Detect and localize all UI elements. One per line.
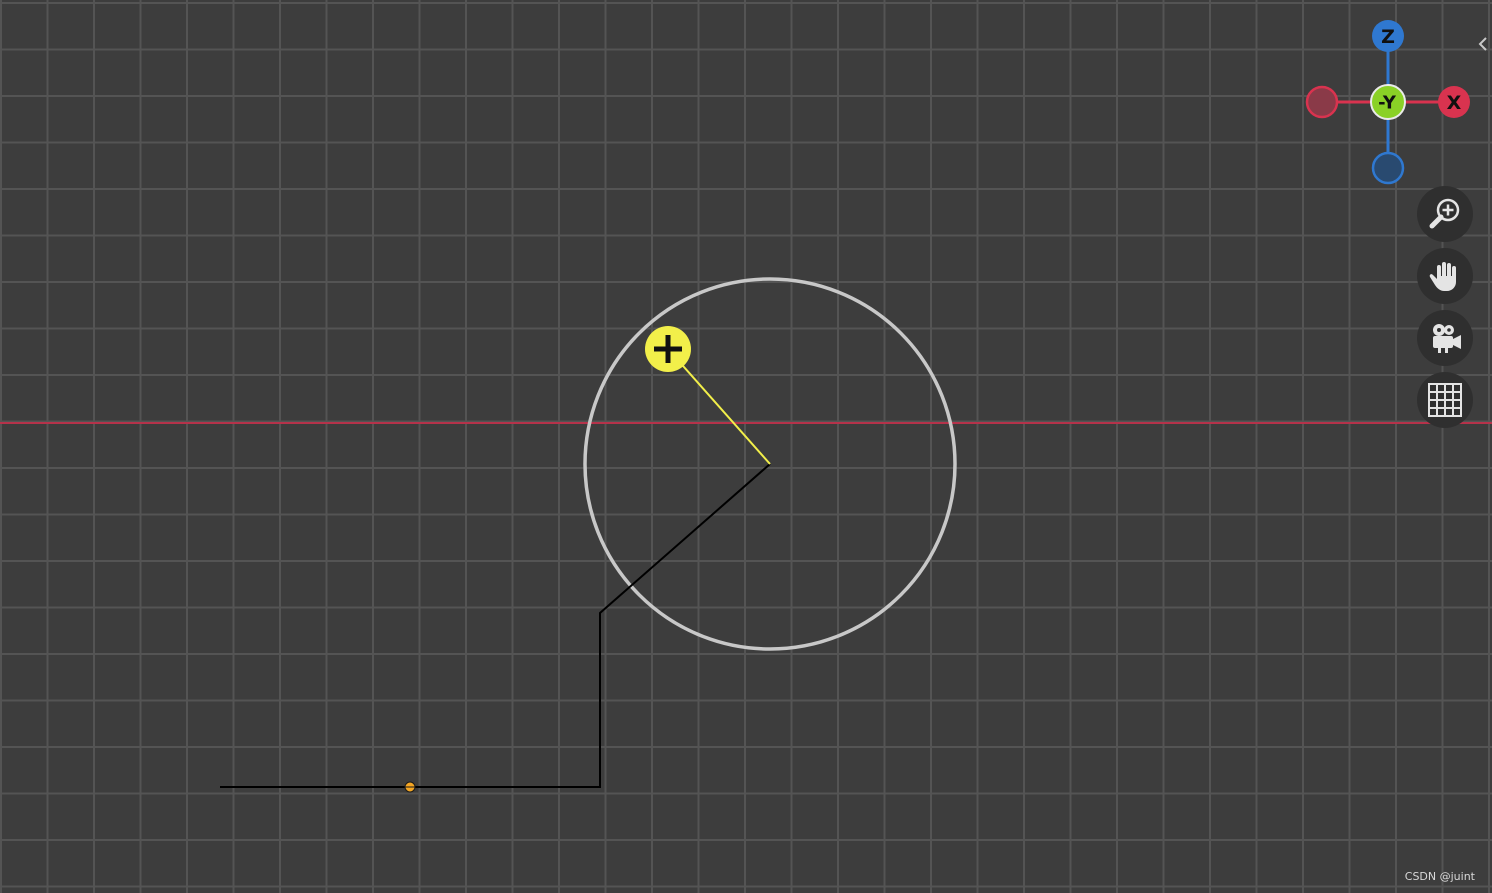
handle-line	[667, 348, 771, 465]
gizmo-neg-x-axis[interactable]	[1305, 85, 1339, 119]
navigation-gizmo[interactable]: Z X -Y	[1305, 20, 1470, 185]
gizmo-z-label: Z	[1381, 26, 1395, 48]
curve-path[interactable]	[220, 463, 771, 788]
gizmo-x-axis[interactable]: X	[1438, 86, 1470, 118]
camera-icon	[1433, 324, 1461, 353]
camera-button[interactable]	[1417, 310, 1473, 366]
gizmo-neg-z-axis[interactable]	[1371, 151, 1405, 185]
origin-point[interactable]	[404, 781, 416, 793]
pan-button[interactable]	[1417, 248, 1473, 304]
hand-icon	[1429, 262, 1456, 291]
grid-icon	[1428, 383, 1462, 417]
gizmo-neg-y-axis[interactable]: -Y	[1370, 84, 1406, 120]
gizmo-y-label: -Y	[1378, 93, 1397, 114]
viewport-scene: Z X -Y	[0, 20, 1492, 793]
gizmo-x-label: X	[1447, 92, 1462, 114]
3d-viewport[interactable]: Z X -Y CSDN @juint	[0, 0, 1492, 893]
sidebar-toggle[interactable]	[1473, 30, 1492, 58]
chevron-left-icon	[1478, 37, 1487, 51]
zoom-button[interactable]	[1417, 186, 1473, 242]
gizmo-z-axis[interactable]: Z	[1372, 20, 1404, 52]
watermark: CSDN @juint	[1404, 870, 1475, 883]
object-handle[interactable]	[645, 326, 691, 372]
grid-toggle-button[interactable]	[1417, 372, 1473, 428]
zoom-in-icon	[1429, 198, 1460, 229]
